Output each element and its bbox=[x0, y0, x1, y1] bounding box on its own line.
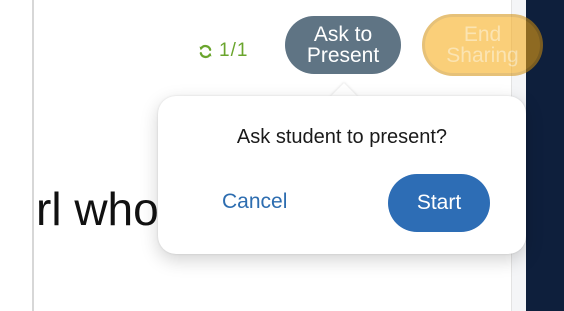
ask-to-present-label-line2: Present bbox=[306, 44, 380, 67]
sync-status: 1/1 bbox=[198, 40, 248, 62]
slide-content-text: rl who bbox=[36, 183, 159, 235]
ask-student-dialog: Ask student to present? Cancel Start bbox=[158, 96, 526, 254]
dialog-prompt: Ask student to present? bbox=[236, 126, 448, 148]
ask-to-present-button[interactable]: Ask to Present bbox=[285, 16, 401, 74]
cancel-button[interactable]: Cancel bbox=[222, 190, 287, 214]
left-margin bbox=[0, 0, 34, 311]
sync-count: 1/1 bbox=[219, 40, 249, 61]
app-stage: 1/1 Ask to Present End Sharing rl who As… bbox=[0, 0, 564, 311]
popover-arrow bbox=[330, 83, 358, 97]
end-sharing-label-line1: End bbox=[463, 23, 502, 46]
start-button[interactable]: Start bbox=[388, 174, 490, 232]
sync-icon bbox=[198, 44, 213, 59]
end-sharing-label-line2: Sharing bbox=[446, 44, 519, 67]
end-sharing-button[interactable]: End Sharing bbox=[422, 14, 543, 76]
ask-to-present-label-line1: Ask to bbox=[313, 23, 373, 46]
